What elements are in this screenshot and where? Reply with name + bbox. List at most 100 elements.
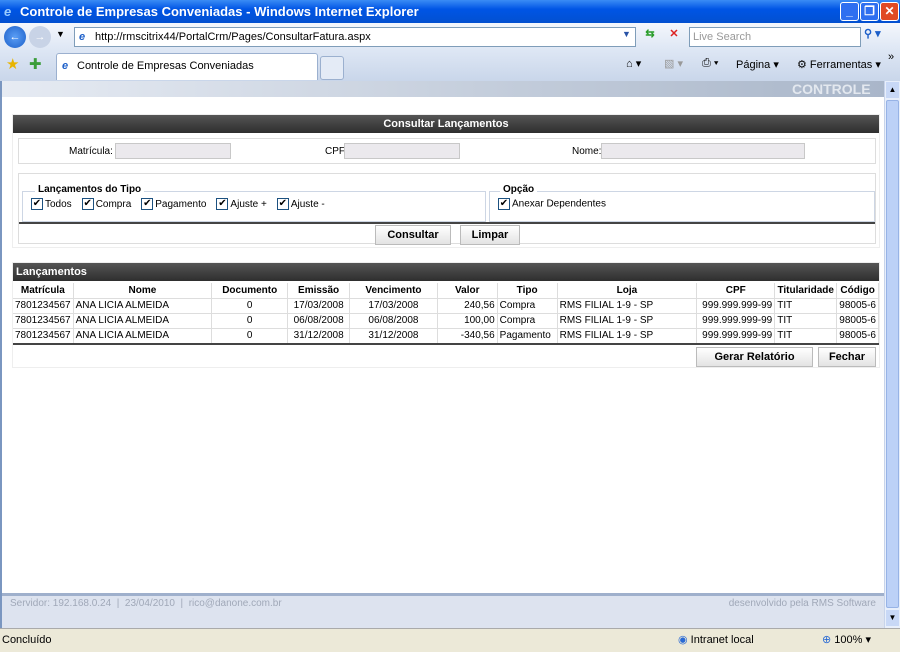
column-header[interactable]: Loja bbox=[557, 283, 698, 298]
column-header[interactable]: Emissão bbox=[287, 283, 351, 298]
table-cell: 06/08/2008 bbox=[349, 312, 438, 328]
checkbox-checked-icon[interactable]: ✔ bbox=[498, 198, 510, 210]
column-header[interactable]: Vencimento bbox=[349, 283, 438, 298]
column-header[interactable]: Nome bbox=[73, 283, 213, 298]
page-icon: e bbox=[62, 60, 69, 72]
column-header[interactable]: CPF bbox=[696, 283, 776, 298]
table-row[interactable]: 7801234567 ANA LICIA ALMEIDA 0 17/03/2008 17… bbox=[13, 297, 879, 313]
vertical-scrollbar[interactable]: ▲ ▼ bbox=[884, 81, 900, 628]
chevron-more-icon[interactable]: » bbox=[888, 51, 894, 63]
feeds-icon[interactable]: ▧ ▾ bbox=[664, 57, 683, 70]
page-menu[interactable]: Página ▾ bbox=[736, 58, 779, 71]
tipo-checkbox-4[interactable]: ✔ Ajuste - bbox=[276, 198, 325, 210]
nome-input[interactable] bbox=[601, 143, 805, 159]
table-cell: 06/08/2008 bbox=[287, 312, 351, 328]
checkbox-checked-icon[interactable]: ✔ bbox=[216, 198, 229, 210]
tipo-checkbox-0[interactable]: ✔ Todos bbox=[31, 198, 72, 210]
table-cell: 240,56 bbox=[437, 297, 498, 313]
table-cell: TIT bbox=[774, 327, 838, 343]
back-button[interactable]: ← bbox=[4, 26, 26, 48]
table-cell: 98005-6 bbox=[836, 297, 879, 313]
tools-menu-label: Ferramentas bbox=[809, 59, 873, 71]
table-cell: 999.999.999-99 bbox=[696, 297, 776, 313]
forward-button[interactable]: → bbox=[29, 26, 51, 48]
matricula-label: Matrícula: bbox=[69, 146, 113, 157]
refresh-icon[interactable]: ⇆ bbox=[640, 27, 660, 47]
checkbox-checked-icon[interactable]: ✔ bbox=[141, 198, 154, 210]
table-cell: 0 bbox=[211, 327, 289, 343]
divider bbox=[19, 222, 875, 224]
banner-logo-text: CONTROLE bbox=[792, 81, 871, 97]
tipo-label: Ajuste - bbox=[290, 198, 325, 210]
tipo-checkbox-3[interactable]: ✔ Ajuste + bbox=[216, 198, 267, 210]
anexar-dependentes-checkbox[interactable]: ✔ Anexar Dependentes bbox=[498, 198, 606, 210]
table-cell: ANA LICIA ALMEIDA bbox=[73, 327, 213, 343]
table-cell: 31/12/2008 bbox=[349, 327, 438, 343]
table-row[interactable]: 7801234567 ANA LICIA ALMEIDA 0 31/12/2008 31… bbox=[13, 327, 879, 343]
checkbox-checked-icon[interactable]: ✔ bbox=[276, 198, 289, 210]
column-header[interactable]: Documento bbox=[211, 283, 289, 298]
tipo-label: Ajuste + bbox=[230, 198, 267, 210]
matricula-input[interactable] bbox=[115, 143, 231, 159]
date-text: 23/04/2010 bbox=[124, 598, 175, 609]
address-input[interactable]: e http://rmscitrix44/PortalCrm/Pages/Cons… bbox=[74, 27, 636, 47]
table-cell: RMS FILIAL 1-9 - SP bbox=[557, 327, 698, 343]
tools-menu[interactable]: ⚙ Ferramentas ▾ bbox=[797, 58, 881, 71]
tab-toolbar: ★ ✚ e Controle de Empresas Conveniadas ⌂ … bbox=[0, 51, 900, 81]
table-row[interactable]: 7801234567 ANA LICIA ALMEIDA 0 06/08/2008 06… bbox=[13, 312, 879, 328]
checkbox-checked-icon[interactable]: ✔ bbox=[81, 198, 94, 210]
globe-shield-icon: ◉ bbox=[678, 634, 688, 646]
minimize-button[interactable]: _ bbox=[840, 2, 859, 21]
history-dropdown-icon[interactable]: ▼ bbox=[56, 29, 65, 39]
column-header[interactable]: Titularidade bbox=[774, 283, 838, 298]
limpar-button[interactable]: Limpar bbox=[460, 225, 520, 245]
stop-icon[interactable]: ✕ bbox=[664, 27, 684, 47]
fechar-button[interactable]: Fechar bbox=[818, 347, 876, 367]
print-icon[interactable]: ⎙ ▾ bbox=[702, 57, 718, 70]
search-panel-title: Consultar Lançamentos bbox=[13, 115, 879, 133]
maximize-button[interactable]: ❐ bbox=[860, 2, 879, 21]
divider bbox=[13, 343, 879, 345]
column-header[interactable]: Tipo bbox=[497, 283, 558, 298]
address-dropdown-icon[interactable]: ▼ bbox=[622, 29, 631, 39]
scroll-up-button[interactable]: ▲ bbox=[886, 82, 899, 98]
table-cell: Compra bbox=[497, 312, 558, 328]
home-icon[interactable]: ⌂ ▾ bbox=[626, 57, 641, 70]
tipo-checkbox-1[interactable]: ✔ Compra bbox=[81, 198, 132, 210]
column-header[interactable]: Matrícula bbox=[13, 283, 74, 298]
anexar-label: Anexar Dependentes bbox=[512, 198, 606, 210]
scroll-thumb[interactable] bbox=[886, 100, 899, 608]
consultar-button[interactable]: Consultar bbox=[375, 225, 451, 245]
zone-text: Intranet local bbox=[690, 634, 754, 646]
table-cell: RMS FILIAL 1-9 - SP bbox=[557, 312, 698, 328]
new-tab-button[interactable] bbox=[320, 56, 344, 80]
page-content: CONTROLE Consultar Lançamentos Matrícula… bbox=[0, 81, 884, 628]
page-footer: Servidor: 192.168.0.24 | 23/04/2010 | ri… bbox=[2, 593, 884, 628]
gerar-relatorio-button[interactable]: Gerar Relatório bbox=[696, 347, 813, 367]
table-cell: 7801234567 bbox=[13, 327, 74, 343]
nome-label: Nome: bbox=[572, 146, 602, 157]
zone-indicator: ◉ Intranet local bbox=[678, 629, 754, 651]
url-text: http://rmscitrix44/PortalCrm/Pages/Consu… bbox=[95, 31, 371, 43]
table-cell: 98005-6 bbox=[836, 327, 879, 343]
cpf-input[interactable] bbox=[344, 143, 460, 159]
zoom-control[interactable]: ⊕ 100% ▾ bbox=[822, 629, 871, 651]
tipo-checkbox-2[interactable]: ✔ Pagamento bbox=[141, 198, 206, 210]
opcao-legend: Opção bbox=[500, 184, 538, 195]
search-icon[interactable]: ⚲ ▾ bbox=[864, 27, 894, 47]
filter-options: Lançamentos do Tipo ✔ Todos ✔ Compra ✔ Pagame… bbox=[18, 173, 876, 245]
table-cell: 98005-6 bbox=[836, 312, 879, 328]
table-cell: Compra bbox=[497, 297, 558, 313]
checkbox-checked-icon[interactable]: ✔ bbox=[31, 198, 43, 210]
close-button[interactable]: ✕ bbox=[880, 2, 899, 21]
window-title: Controle de Empresas Conveniadas - Windo… bbox=[20, 4, 419, 19]
scroll-down-button[interactable]: ▼ bbox=[886, 610, 899, 626]
favorites-star-icon[interactable]: ★ bbox=[6, 55, 19, 73]
tipo-label: Compra bbox=[95, 198, 132, 210]
tab-title: Controle de Empresas Conveniadas bbox=[77, 60, 254, 72]
column-header[interactable]: Código bbox=[836, 283, 879, 298]
tab-active[interactable]: e Controle de Empresas Conveniadas bbox=[56, 53, 318, 80]
add-favorite-icon[interactable]: ✚ bbox=[29, 55, 42, 73]
column-header[interactable]: Valor bbox=[437, 283, 498, 298]
search-input[interactable]: Live Search bbox=[689, 27, 861, 47]
